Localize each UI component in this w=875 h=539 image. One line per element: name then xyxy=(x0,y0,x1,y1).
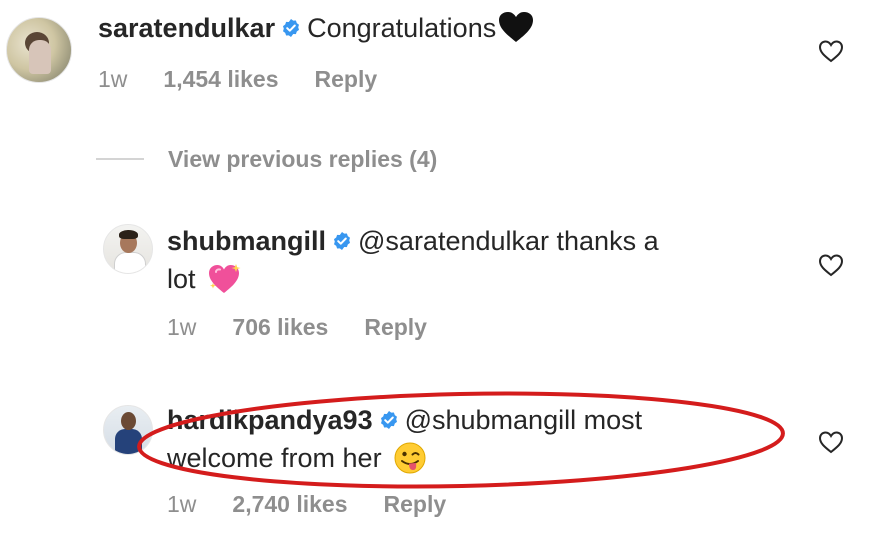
reply-button[interactable]: Reply xyxy=(315,66,378,92)
meta-hardikpandya93: 1w 2,740 likes Reply xyxy=(167,491,482,518)
view-previous-replies-button[interactable]: View previous replies (4) xyxy=(96,143,437,175)
avatar-saratendulkar[interactable] xyxy=(6,17,72,83)
like-heart-icon[interactable] xyxy=(818,39,844,63)
black-heart-icon xyxy=(499,11,534,42)
likes-count[interactable]: 1,454 likes xyxy=(163,66,278,92)
username-hardikpandya93[interactable]: hardikpandya93 xyxy=(167,405,373,435)
verified-badge-icon xyxy=(334,231,351,250)
avatar-hardikpandya93[interactable] xyxy=(103,405,153,455)
avatar-body xyxy=(115,429,142,454)
timestamp: 1w xyxy=(167,314,197,340)
timestamp: 1w xyxy=(167,491,197,517)
divider-line xyxy=(96,158,144,160)
comment-shubmangill: shubmangill @saratendulkar thanks a lot xyxy=(167,222,787,300)
comment-text-line1: @saratendulkar thanks a xyxy=(358,226,659,256)
reply-button[interactable]: Reply xyxy=(384,491,447,517)
avatar-head xyxy=(121,412,136,430)
comment-saratendulkar: saratendulkar Congratulations xyxy=(98,9,534,49)
avatar-body xyxy=(114,252,146,273)
verified-badge-icon xyxy=(283,18,300,37)
reply-button[interactable]: Reply xyxy=(364,314,427,340)
timestamp: 1w xyxy=(98,66,128,92)
like-heart-icon[interactable] xyxy=(818,430,844,454)
sparkling-heart-icon xyxy=(209,263,241,293)
comment-hardikpandya93: hardikpandya93 @shubmangill most welcome … xyxy=(167,401,787,479)
verified-badge-icon xyxy=(380,410,397,429)
like-heart-icon[interactable] xyxy=(818,253,844,277)
comment-text-saratendulkar: Congratulations xyxy=(307,13,497,43)
comment-text-line1: @shubmangill most xyxy=(404,405,643,435)
likes-count[interactable]: 706 likes xyxy=(232,314,328,340)
view-previous-replies-label: View previous replies (4) xyxy=(168,145,438,172)
likes-count[interactable]: 2,740 likes xyxy=(232,491,347,517)
avatar-figure xyxy=(29,40,51,74)
winking-tongue-face-icon xyxy=(394,442,426,474)
comment-text-line2: welcome from her xyxy=(167,443,382,473)
comment-text-line2: lot xyxy=(167,264,196,294)
avatar-hair xyxy=(119,230,138,239)
meta-saratendulkar: 1w 1,454 likes Reply xyxy=(98,66,413,93)
meta-shubmangill: 1w 706 likes Reply xyxy=(167,314,463,341)
username-saratendulkar[interactable]: saratendulkar xyxy=(98,13,275,43)
avatar-shubmangill[interactable] xyxy=(103,224,153,274)
username-shubmangill[interactable]: shubmangill xyxy=(167,226,326,256)
